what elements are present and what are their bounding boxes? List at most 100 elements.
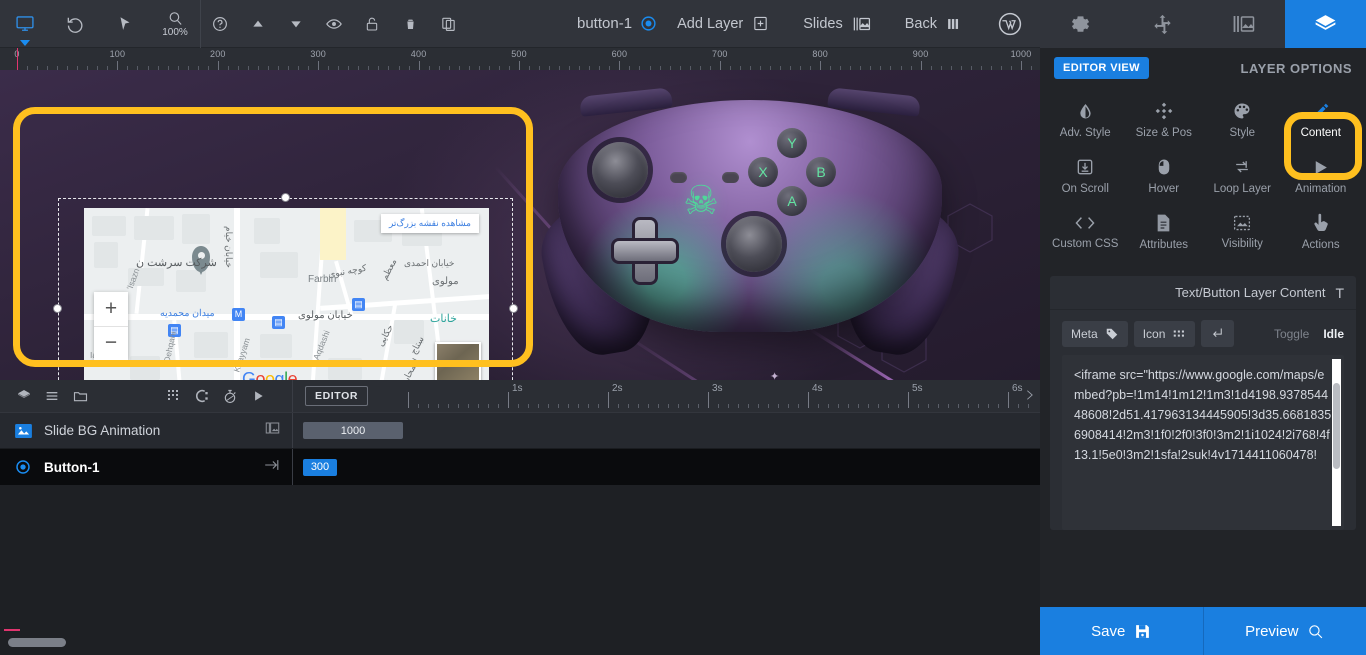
stopwatch-icon[interactable] [216, 380, 244, 413]
option-adv-style[interactable]: Adv. Style [1046, 92, 1125, 148]
selected-layer-indicator[interactable]: button-1 [577, 15, 657, 32]
map-satellite-thumbnail[interactable] [435, 342, 481, 380]
timeline-row-button1[interactable]: Button-1 300 [0, 449, 1040, 485]
timeline-tick [998, 404, 999, 408]
icon-chip-label: Icon [1142, 326, 1166, 341]
timeline-tick [888, 404, 889, 408]
content-code-textarea[interactable]: <iframe src="https://www.google.com/maps… [1062, 355, 1344, 530]
media-tab[interactable] [1203, 0, 1285, 48]
google-map-embed[interactable]: M ▤ ▤ ▤ شرکت سرشت ن میدان محمدیه خیابان … [84, 208, 489, 380]
selected-layer-map[interactable]: M ▤ ▤ ▤ شرکت سرشت ن میدان محمدیه خیابان … [53, 193, 518, 380]
layers-icon[interactable] [10, 380, 38, 413]
slides-button[interactable]: Slides [786, 0, 888, 48]
clip-icon[interactable] [188, 380, 216, 413]
controller-menu-button [722, 172, 739, 183]
duplicate-icon[interactable] [429, 0, 467, 48]
move-down-icon[interactable] [277, 0, 315, 48]
timeline-tick [958, 404, 959, 408]
timeline-duration-bar[interactable]: 1000 [303, 422, 403, 439]
timeline-tick [478, 404, 479, 408]
resize-handle-top[interactable] [280, 193, 290, 202]
help-icon[interactable] [201, 0, 239, 48]
visibility-icon[interactable] [315, 0, 353, 48]
align-right-icon[interactable] [263, 458, 280, 477]
state-label[interactable]: Idle [1323, 327, 1344, 341]
option-content[interactable]: Content [1282, 92, 1361, 148]
wordpress-button[interactable] [980, 0, 1040, 48]
map-zoom-in-button[interactable]: + [94, 292, 128, 327]
horizontal-scrollbar[interactable] [8, 638, 66, 647]
settings-tab[interactable] [1040, 0, 1122, 48]
controller-artwork: ☠ Y X B A [534, 87, 966, 378]
timeline-editor-chip[interactable]: EDITOR [305, 386, 369, 406]
return-chip[interactable] [1201, 320, 1235, 347]
timeline-expand-icon[interactable] [1023, 386, 1036, 409]
map-label: اقمحاریان [394, 356, 421, 380]
zoom-icon[interactable]: 100% [150, 0, 200, 48]
view-larger-map-link[interactable]: مشاهده نقشه بزرگ‌تر [380, 214, 479, 233]
timeline-duration-bar[interactable]: 300 [303, 458, 337, 476]
editor-view-badge[interactable]: EDITOR VIEW [1054, 57, 1149, 79]
option-hover[interactable]: Hover [1125, 148, 1204, 204]
save-label: Save [1091, 622, 1126, 640]
timeline-row-bg[interactable]: Slide BG Animation 1000 [0, 413, 1040, 449]
ruler-tick [217, 61, 219, 70]
right-panel-subheader: EDITOR VIEW LAYER OPTIONS [1040, 48, 1366, 88]
map-label: خیابان مولوی [298, 310, 353, 321]
option-label: Visibility [1221, 238, 1263, 250]
option-size-pos[interactable]: Size & Pos [1125, 92, 1204, 148]
timeline-tick [668, 404, 669, 408]
back-button[interactable]: Back [888, 0, 980, 48]
code-scrollbar-thumb[interactable] [1333, 383, 1340, 469]
transform-tab[interactable] [1121, 0, 1203, 48]
option-style[interactable]: Style [1203, 92, 1282, 148]
delete-icon[interactable] [391, 0, 429, 48]
grid-icon[interactable] [160, 380, 188, 413]
icon-chip[interactable]: Icon [1133, 320, 1196, 347]
resize-handle-right[interactable] [509, 304, 518, 313]
undo-icon[interactable] [50, 0, 100, 48]
timeline-row-track[interactable]: 1000 [293, 413, 1040, 448]
option-on-scroll[interactable]: On Scroll [1046, 148, 1125, 204]
option-custom-css[interactable]: Custom CSS [1046, 204, 1125, 260]
device-dropdown-caret[interactable] [20, 39, 30, 46]
ruler-playhead[interactable] [17, 48, 18, 70]
add-layer-button[interactable]: Add Layer [660, 0, 786, 48]
option-animation[interactable]: Animation [1282, 148, 1361, 204]
folder-icon[interactable] [66, 380, 94, 413]
play-icon[interactable] [244, 380, 272, 413]
move-up-icon[interactable] [239, 0, 277, 48]
timeline-ruler-area: EDITOR 1s 2s 3s 4s 5s 6s [293, 380, 1040, 412]
map-zoom-out-button[interactable]: − [94, 327, 128, 361]
timeline-tick [968, 404, 969, 408]
save-button[interactable]: Save [1040, 607, 1203, 655]
option-attributes[interactable]: Attributes [1125, 204, 1204, 260]
option-actions[interactable]: Actions [1282, 204, 1361, 260]
desktop-preview-icon[interactable] [0, 0, 50, 48]
timeline-header-tools [0, 380, 293, 412]
timeline-tick [788, 404, 789, 408]
map-label: مولوی [432, 276, 459, 287]
timeline-tick [628, 404, 629, 408]
timeline-tick [408, 392, 409, 408]
slide-bg-settings-icon[interactable] [265, 421, 280, 440]
toggle-label[interactable]: Toggle [1274, 327, 1309, 341]
layer-options-grid: Adv. Style Size & Pos Style Content On S… [1040, 88, 1366, 270]
layers-tab[interactable] [1284, 0, 1366, 48]
option-loop-layer[interactable]: Loop Layer [1203, 148, 1282, 204]
timeline-tick [838, 404, 839, 408]
option-label: Loop Layer [1213, 183, 1272, 195]
cursor-icon[interactable] [100, 0, 150, 48]
option-visibility[interactable]: Visibility [1203, 204, 1282, 260]
timeline-ruler[interactable]: 1s 2s 3s 4s 5s 6s [408, 380, 1029, 412]
slides-icon [853, 17, 870, 30]
return-arrow-icon [1213, 328, 1223, 337]
resize-handle-left[interactable] [53, 304, 62, 313]
slide-canvas[interactable]: ✦ ✦ ✦ ☠ Y X B A [0, 70, 1040, 380]
map-zoom-controls[interactable]: + − [94, 292, 128, 360]
unlock-icon[interactable] [353, 0, 391, 48]
preview-button[interactable]: Preview [1202, 607, 1366, 655]
list-icon[interactable] [38, 380, 66, 413]
meta-chip[interactable]: Meta [1062, 320, 1128, 347]
timeline-row-track[interactable]: 300 [293, 449, 1040, 485]
